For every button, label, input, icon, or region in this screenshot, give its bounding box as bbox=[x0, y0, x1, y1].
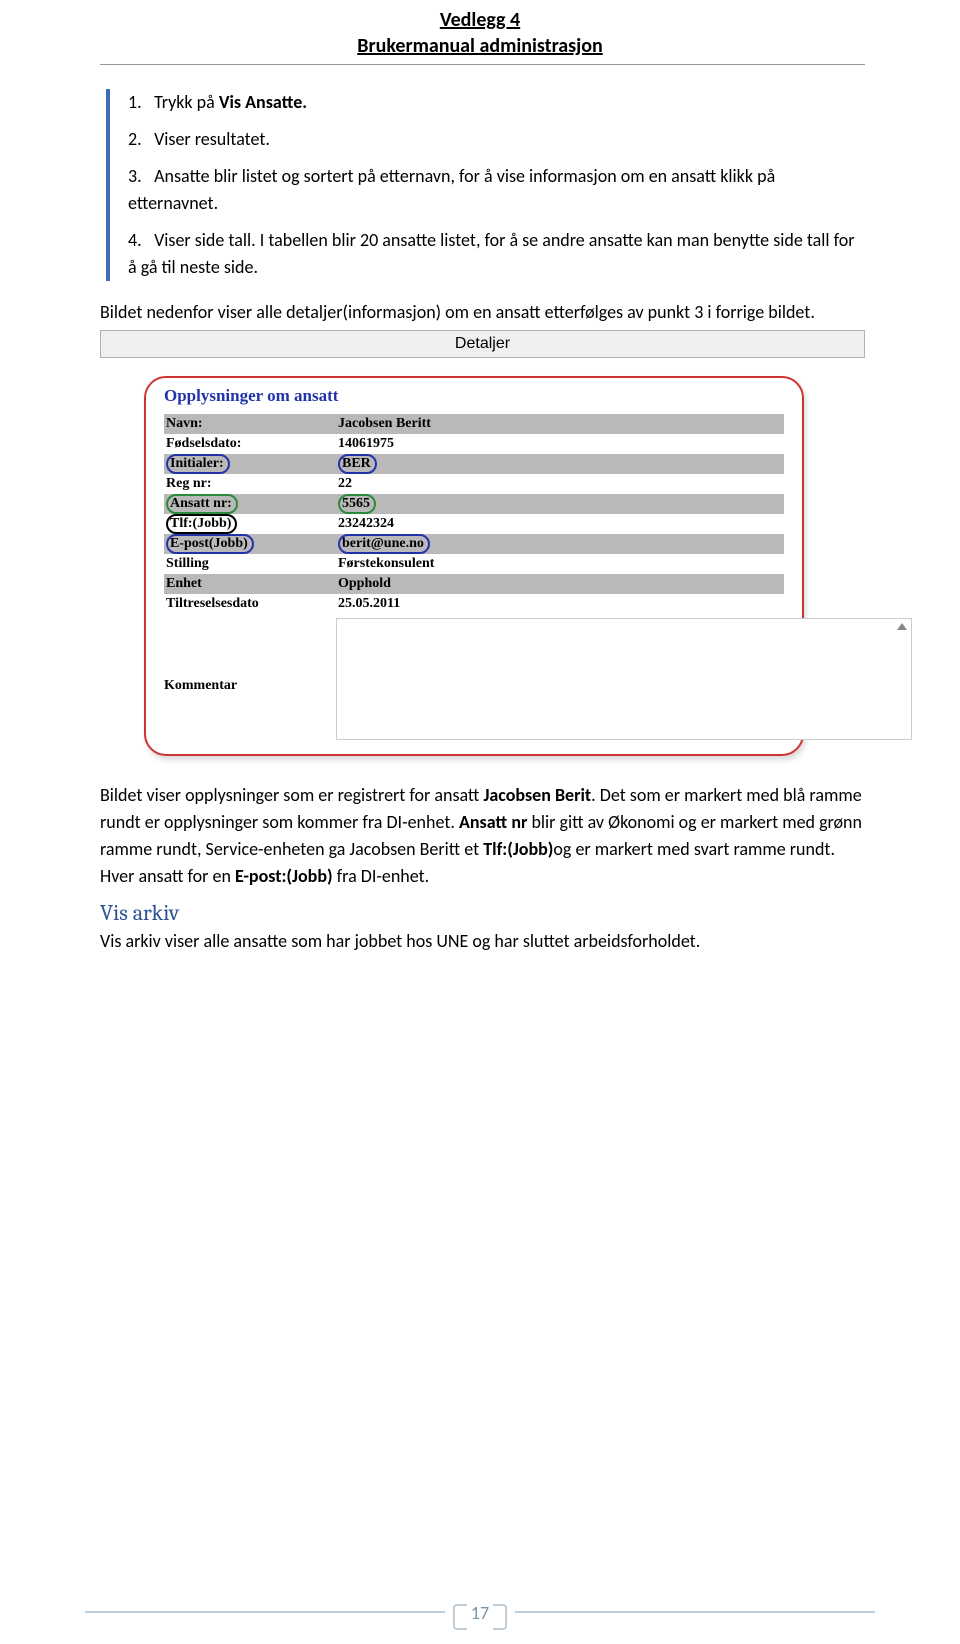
row-epostjobb: E-post(Jobb) berit@une.no bbox=[164, 534, 784, 554]
label-initialer: Initialer: bbox=[166, 454, 230, 474]
label-epostjobb: E-post(Jobb) bbox=[166, 534, 254, 554]
vis-arkiv-text: Vis arkiv viser alle ansatte som har job… bbox=[100, 928, 865, 955]
footer-rule-right bbox=[515, 1611, 875, 1613]
scroll-up-icon[interactable] bbox=[897, 623, 907, 630]
value-epostjobb: berit@une.no bbox=[338, 534, 430, 554]
step-3: 3. Ansatte blir listet og sortert på ett… bbox=[128, 163, 865, 217]
kommentar-textarea[interactable] bbox=[336, 618, 912, 740]
p2-bold2: Ansatt nr bbox=[459, 811, 527, 833]
doc-header-title: Vedlegg 4 bbox=[0, 8, 960, 32]
value-tiltredelse: 25.05.2011 bbox=[336, 596, 784, 612]
row-regnr: Reg nr: 22 bbox=[164, 474, 784, 494]
label-tiltredelse: Tiltreselsesdato bbox=[164, 596, 336, 612]
step-1-bold: Vis Ansatte. bbox=[219, 91, 307, 113]
page-footer: 17 bbox=[0, 1602, 960, 1624]
p2-e: fra DI-enhet. bbox=[333, 865, 430, 887]
row-stilling: Stilling Førstekonsulent bbox=[164, 554, 784, 574]
row-tlfjobb: Tlf:(Jobb) 23242324 bbox=[164, 514, 784, 534]
row-navn: Navn: Jacobsen Beritt bbox=[164, 414, 784, 434]
step-4-text: Viser side tall. I tabellen blir 20 ansa… bbox=[128, 229, 855, 278]
value-navn: Jacobsen Beritt bbox=[336, 416, 784, 432]
label-navn: Navn: bbox=[164, 416, 336, 432]
header-rule bbox=[100, 64, 865, 65]
label-enhet: Enhet bbox=[164, 576, 336, 592]
step-1-pre: Trykk på bbox=[154, 91, 219, 113]
label-ansattnr: Ansatt nr: bbox=[166, 494, 238, 514]
kommentar-label: Kommentar bbox=[164, 678, 237, 694]
p2-bold4: E-post:(Jobb) bbox=[235, 865, 333, 887]
label-fodselsdato: Fødselsdato: bbox=[164, 436, 336, 452]
detaljer-label: Detaljer bbox=[455, 335, 510, 352]
value-regnr: 22 bbox=[336, 476, 784, 492]
value-ansattnr: 5565 bbox=[338, 494, 376, 514]
value-enhet: Opphold bbox=[336, 576, 784, 592]
step-2: 2. Viser resultatet. bbox=[128, 126, 865, 153]
label-regnr: Reg nr: bbox=[164, 476, 336, 492]
row-initialer: Initialer: BER bbox=[164, 454, 784, 474]
intro-paragraph: Bildet nedenfor viser alle detaljer(info… bbox=[100, 299, 865, 326]
label-tlfjobb: Tlf:(Jobb) bbox=[166, 514, 237, 534]
step-2-text: Viser resultatet. bbox=[154, 128, 270, 150]
row-tiltredelse: Tiltreselsesdato 25.05.2011 bbox=[164, 594, 784, 614]
step-3-text: Ansatte blir listet og sortert på ettern… bbox=[128, 165, 775, 214]
page-number: 17 bbox=[455, 1602, 505, 1624]
p2-bold3: Tlf:(Jobb) bbox=[483, 838, 553, 860]
value-stilling: Førstekonsulent bbox=[336, 556, 784, 572]
row-enhet: Enhet Opphold bbox=[164, 574, 784, 594]
vis-arkiv-heading: Vis arkiv bbox=[100, 900, 865, 926]
label-stilling: Stilling bbox=[164, 556, 336, 572]
step-1: 1. Trykk på Vis Ansatte. bbox=[128, 89, 865, 116]
panel-heading: Opplysninger om ansatt bbox=[164, 386, 784, 406]
p2-bold1: Jacobsen Berit bbox=[483, 784, 591, 806]
value-fodselsdato: 14061975 bbox=[336, 436, 784, 452]
footer-rule-left bbox=[85, 1611, 445, 1613]
p2-a: Bildet viser opplysninger som er registr… bbox=[100, 784, 483, 806]
explanation-paragraph: Bildet viser opplysninger som er registr… bbox=[100, 782, 865, 890]
detaljer-tab-bar: Detaljer bbox=[100, 330, 865, 358]
numbered-steps: 1. Trykk på Vis Ansatte. 2. Viser result… bbox=[106, 89, 865, 281]
row-ansattnr: Ansatt nr: 5565 bbox=[164, 494, 784, 514]
step-4: 4. Viser side tall. I tabellen blir 20 a… bbox=[128, 227, 865, 281]
doc-header-subtitle: Brukermanual administrasjon bbox=[0, 34, 960, 58]
details-panel: Opplysninger om ansatt Navn: Jacobsen Be… bbox=[144, 376, 804, 756]
value-initialer: BER bbox=[338, 454, 377, 474]
value-tlfjobb: 23242324 bbox=[336, 516, 784, 532]
row-fodselsdato: Fødselsdato: 14061975 bbox=[164, 434, 784, 454]
